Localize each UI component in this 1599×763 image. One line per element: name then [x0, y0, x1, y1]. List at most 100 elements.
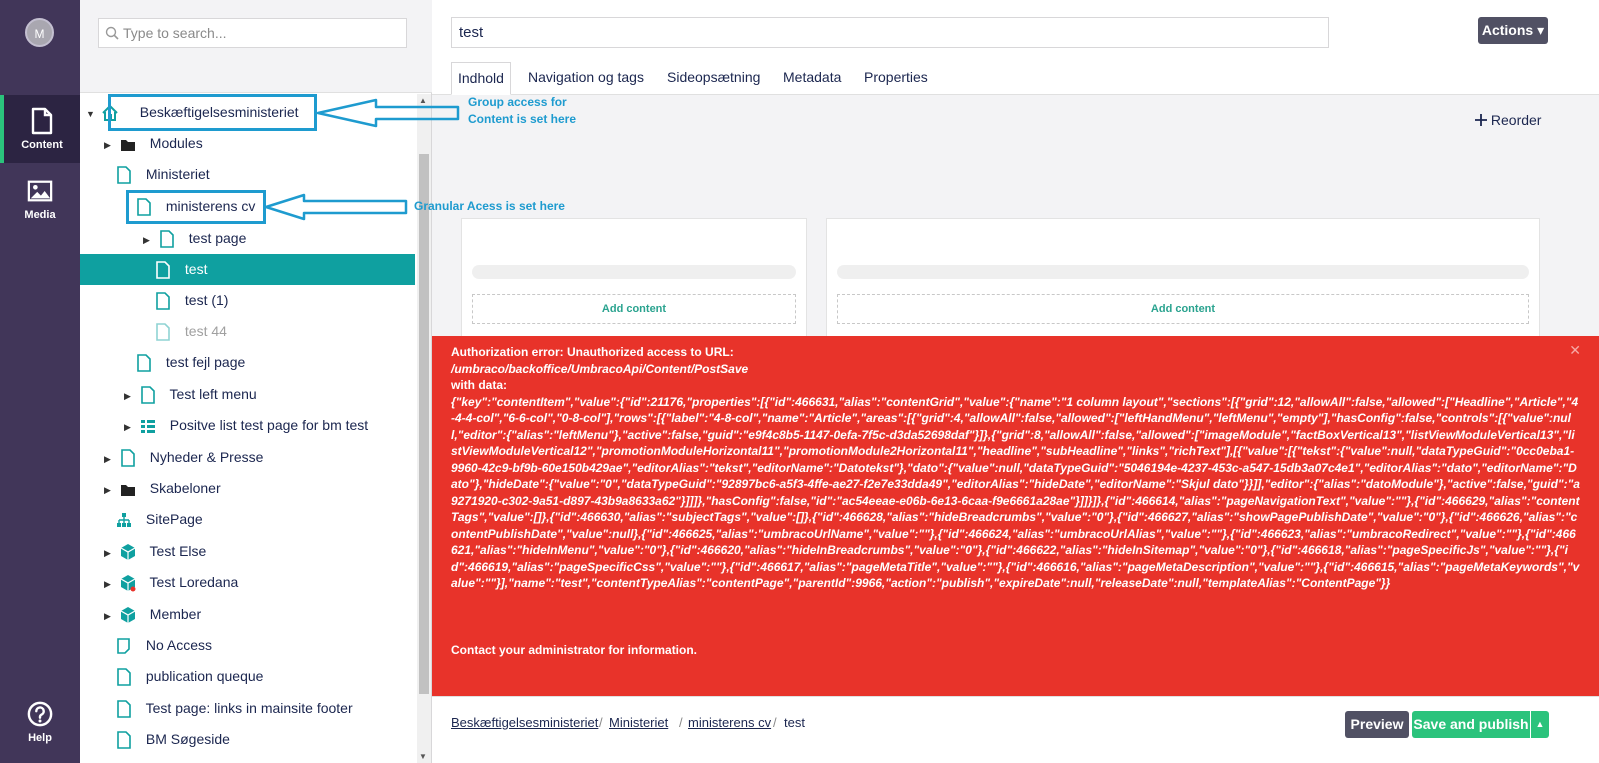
breadcrumb-item[interactable]: ministerens cv	[688, 715, 771, 730]
preview-button[interactable]: Preview	[1345, 711, 1409, 738]
add-content-button[interactable]: Add content	[837, 294, 1529, 324]
section-content[interactable]: Content	[0, 95, 80, 163]
editor-header: Actions ▾ Indhold Navigation og tags Sid…	[432, 0, 1599, 95]
tree-node-positive-list[interactable]: ▶ Positve list test page for bm test	[124, 410, 368, 441]
section-content-label: Content	[21, 139, 63, 151]
tree-node-test-else[interactable]: ▶ Test Else	[104, 536, 206, 567]
tab-properties[interactable]: Properties	[858, 62, 934, 95]
tab-navigation[interactable]: Navigation og tags	[522, 62, 650, 95]
move-icon	[1475, 114, 1487, 126]
annotation-arrow-group	[316, 98, 460, 128]
section-help-label: Help	[28, 732, 52, 744]
tree-node-test-loredana[interactable]: ▶ Test Loredana	[104, 567, 238, 598]
document-icon	[156, 292, 170, 311]
caret-right-icon[interactable]: ▶	[104, 538, 116, 569]
tree-node-label: Test Else	[149, 543, 207, 559]
tree-node-label: Ministeriet	[145, 166, 210, 182]
error-title: Authorization error:	[451, 345, 564, 359]
tree-node-test[interactable]: test	[80, 254, 415, 285]
section-media-label: Media	[24, 209, 56, 221]
caret-right-icon[interactable]: ▶	[104, 569, 116, 600]
caret-right-icon[interactable]: ▶	[104, 444, 116, 475]
reorder-button[interactable]: Reorder	[1475, 112, 1541, 128]
tree-node-test-page-links[interactable]: Test page: links in mainsite footer	[116, 693, 353, 724]
annotation-arrow-granular	[264, 193, 408, 221]
document-icon	[160, 230, 174, 249]
grid-column-right: Add content	[826, 218, 1540, 338]
tree-node-publication-queque[interactable]: publication queque	[116, 661, 263, 692]
tree-node-member[interactable]: ▶ Member	[104, 599, 201, 630]
image-icon	[27, 180, 53, 202]
error-notification: ✕ Authorization error: Unauthorized acce…	[432, 336, 1599, 696]
tree-node-no-access[interactable]: No Access	[116, 630, 212, 661]
caret-down-icon[interactable]: ▼	[86, 99, 98, 130]
scrollbar-thumb[interactable]	[419, 154, 429, 694]
error-url: /umbraco/backoffice/UmbracoApi/Content/P…	[451, 361, 749, 376]
document-icon	[156, 261, 170, 280]
reorder-label: Reorder	[1490, 112, 1542, 128]
tree-node-ministeriet[interactable]: Ministeriet	[116, 159, 210, 190]
section-media[interactable]: Media	[0, 165, 80, 233]
tree-node-test-left-menu[interactable]: ▶ Test left menu	[124, 379, 257, 410]
breadcrumb-separator: /	[773, 715, 777, 730]
tree-node-test-44[interactable]: test 44	[155, 316, 227, 347]
tab-indhold[interactable]: Indhold	[451, 62, 511, 95]
tree-scrollbar[interactable]: ▲ ▼	[417, 94, 431, 763]
caret-right-icon[interactable]: ▶	[143, 225, 155, 256]
tree-node-modules[interactable]: ▶ Modules	[104, 128, 203, 159]
tree-node-label: Test left menu	[169, 386, 257, 402]
placeholder-bar	[837, 265, 1529, 279]
error-with-data: with data:	[451, 378, 507, 392]
search-input[interactable]	[123, 19, 403, 47]
breadcrumb-item[interactable]: Ministeriet	[609, 715, 668, 730]
document-icon	[117, 731, 131, 750]
scroll-down-icon[interactable]: ▼	[419, 752, 427, 761]
tree-node-test-fejl-page[interactable]: test fejl page	[136, 347, 245, 378]
error-contact: Contact your administrator for informati…	[451, 642, 698, 657]
tree-node-label: test 44	[184, 323, 227, 339]
close-icon[interactable]: ✕	[1569, 342, 1581, 359]
search-icon	[105, 26, 119, 40]
caret-right-icon[interactable]: ▶	[124, 381, 136, 412]
tree-node-sitepage[interactable]: SitePage	[116, 504, 203, 535]
save-and-publish-button[interactable]: Save and publish	[1412, 711, 1530, 738]
caret-right-icon[interactable]: ▶	[104, 475, 116, 506]
tab-sideopsaetning[interactable]: Sideopsætning	[661, 62, 766, 95]
tree-node-test-page[interactable]: ▶ test page	[143, 223, 246, 254]
tree-node-label: Skabeloner	[149, 480, 221, 496]
app-sections-rail: M Content Media Help	[0, 0, 80, 763]
cube-icon	[120, 575, 136, 592]
error-payload: {"key":"contentItem","value":{"id":21176…	[451, 394, 1580, 591]
document-icon	[156, 323, 170, 342]
caret-right-icon[interactable]: ▶	[104, 601, 116, 632]
folder-icon	[120, 140, 135, 152]
tree-node-label: test (1)	[184, 292, 229, 308]
annotation-group-access: Group access for Content is set here	[468, 95, 577, 126]
actions-label: Actions	[1481, 22, 1534, 38]
document-icon	[117, 700, 131, 719]
tree-node-label: test	[184, 261, 208, 277]
cube-icon	[120, 544, 136, 561]
caret-right-icon[interactable]: ▶	[124, 412, 136, 443]
tree-node-bm-soegeside[interactable]: BM Søgeside	[116, 724, 230, 755]
add-content-button[interactable]: Add content	[472, 294, 796, 324]
editor-footer: Beskæftigelsesministeriet / Ministeriet …	[432, 696, 1599, 763]
breadcrumb-item[interactable]: Beskæftigelsesministeriet	[451, 715, 598, 730]
tree-node-skabeloner[interactable]: ▶ Skabeloner	[104, 473, 221, 504]
tree-search[interactable]	[98, 18, 407, 48]
tree-node-label: Test page: links in mainsite footer	[145, 700, 353, 716]
document-icon	[121, 449, 135, 468]
caret-right-icon[interactable]: ▶	[104, 130, 116, 161]
tree-node-label: Member	[149, 606, 202, 622]
sitemap-icon	[117, 513, 131, 528]
folder-icon	[120, 485, 135, 497]
tree-node-test-1[interactable]: test (1)	[155, 285, 228, 316]
actions-button[interactable]: Actions ▾	[1478, 17, 1548, 44]
section-help[interactable]: Help	[0, 696, 80, 756]
user-avatar[interactable]: M	[25, 18, 54, 47]
tree-node-nyheder[interactable]: ▶ Nyheder & Presse	[104, 442, 263, 473]
tab-metadata[interactable]: Metadata	[777, 62, 847, 95]
publish-options-caret[interactable]: ▲	[1531, 711, 1549, 738]
breadcrumb-separator: /	[679, 715, 683, 730]
content-name-input[interactable]	[451, 17, 1329, 48]
